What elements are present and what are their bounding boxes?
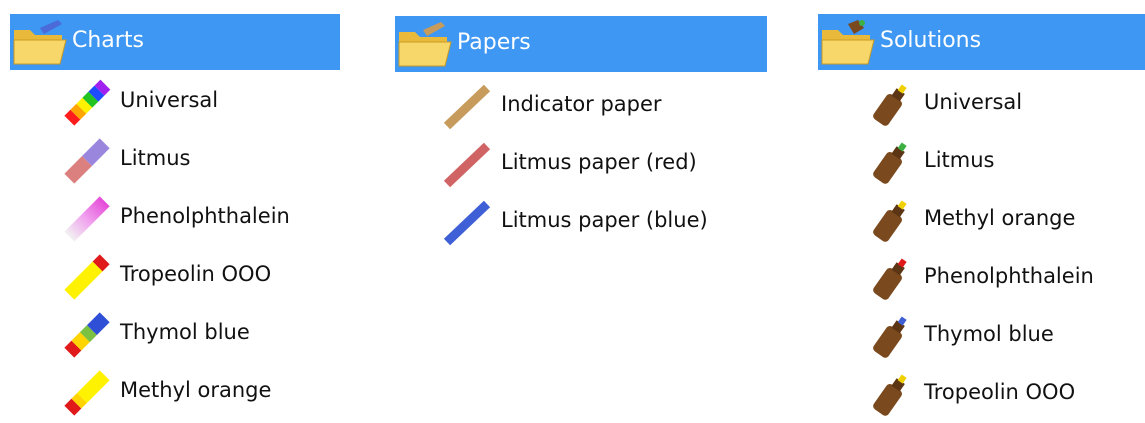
folder-open-icon [13,20,67,65]
bottle-icon [873,258,907,300]
charts-header[interactable]: Charts [10,14,340,70]
chart-label: Universal [120,88,219,112]
papers-header[interactable]: Papers [395,16,767,72]
solution-item-tropeolin[interactable]: Tropeolin OOO [866,370,1126,420]
bottle-icon [873,142,907,184]
chart-item-universal[interactable]: Universal [62,78,322,128]
paper-label: Indicator paper [501,92,662,116]
chart-label: Tropeolin OOO [120,262,272,286]
chart-label: Litmus [120,146,191,170]
solutions-header[interactable]: Solutions [818,14,1145,70]
tropeolin-chart-icon [64,254,110,300]
chart-item-thymol-blue[interactable]: Thymol blue [62,310,322,360]
chart-label: Thymol blue [120,320,250,344]
folder-open-icon [821,20,875,65]
indicator-paper-icon [443,84,491,130]
solution-label: Phenolphthalein [924,264,1094,288]
solution-label: Tropeolin OOO [924,380,1076,404]
bottle-icon [873,374,907,416]
solution-label: Universal [924,90,1023,114]
papers-title: Papers [457,30,531,55]
chart-label: Methyl orange [120,378,272,402]
chart-item-phenolphthalein[interactable]: Phenolphthalein [62,194,322,244]
solution-item-universal[interactable]: Universal [866,80,1126,130]
litmus-paper-blue-icon [443,200,491,246]
paper-item-litmus-blue[interactable]: Litmus paper (blue) [443,198,743,248]
chart-label: Phenolphthalein [120,204,290,228]
solution-label: Methyl orange [924,206,1076,230]
chart-item-methyl-orange[interactable]: Methyl orange [62,368,322,418]
universal-chart-icon [64,79,111,126]
chart-item-tropeolin[interactable]: Tropeolin OOO [62,252,322,302]
solution-label: Litmus [924,148,995,172]
solution-item-litmus[interactable]: Litmus [866,138,1126,188]
paper-item-litmus-red[interactable]: Litmus paper (red) [443,140,743,190]
bottle-icon [873,316,907,358]
phenolphthalein-chart-icon [64,196,110,242]
litmus-chart-icon [64,138,110,184]
litmus-paper-red-icon [443,142,491,188]
solution-item-methyl-orange[interactable]: Methyl orange [866,196,1126,246]
paper-item-indicator[interactable]: Indicator paper [443,82,743,132]
methyl-orange-chart-icon [64,370,110,416]
solution-label: Thymol blue [924,322,1054,346]
thymol-blue-chart-icon [64,312,110,358]
bottle-icon [873,200,907,242]
solution-item-thymol-blue[interactable]: Thymol blue [866,312,1126,362]
solutions-title: Solutions [880,28,982,53]
charts-title: Charts [72,28,144,53]
chart-item-litmus[interactable]: Litmus [62,136,322,186]
folder-open-icon [398,22,452,67]
solution-item-phenolphthalein[interactable]: Phenolphthalein [866,254,1126,304]
paper-label: Litmus paper (red) [501,150,697,174]
paper-label: Litmus paper (blue) [501,208,708,232]
bottle-icon [873,84,907,126]
